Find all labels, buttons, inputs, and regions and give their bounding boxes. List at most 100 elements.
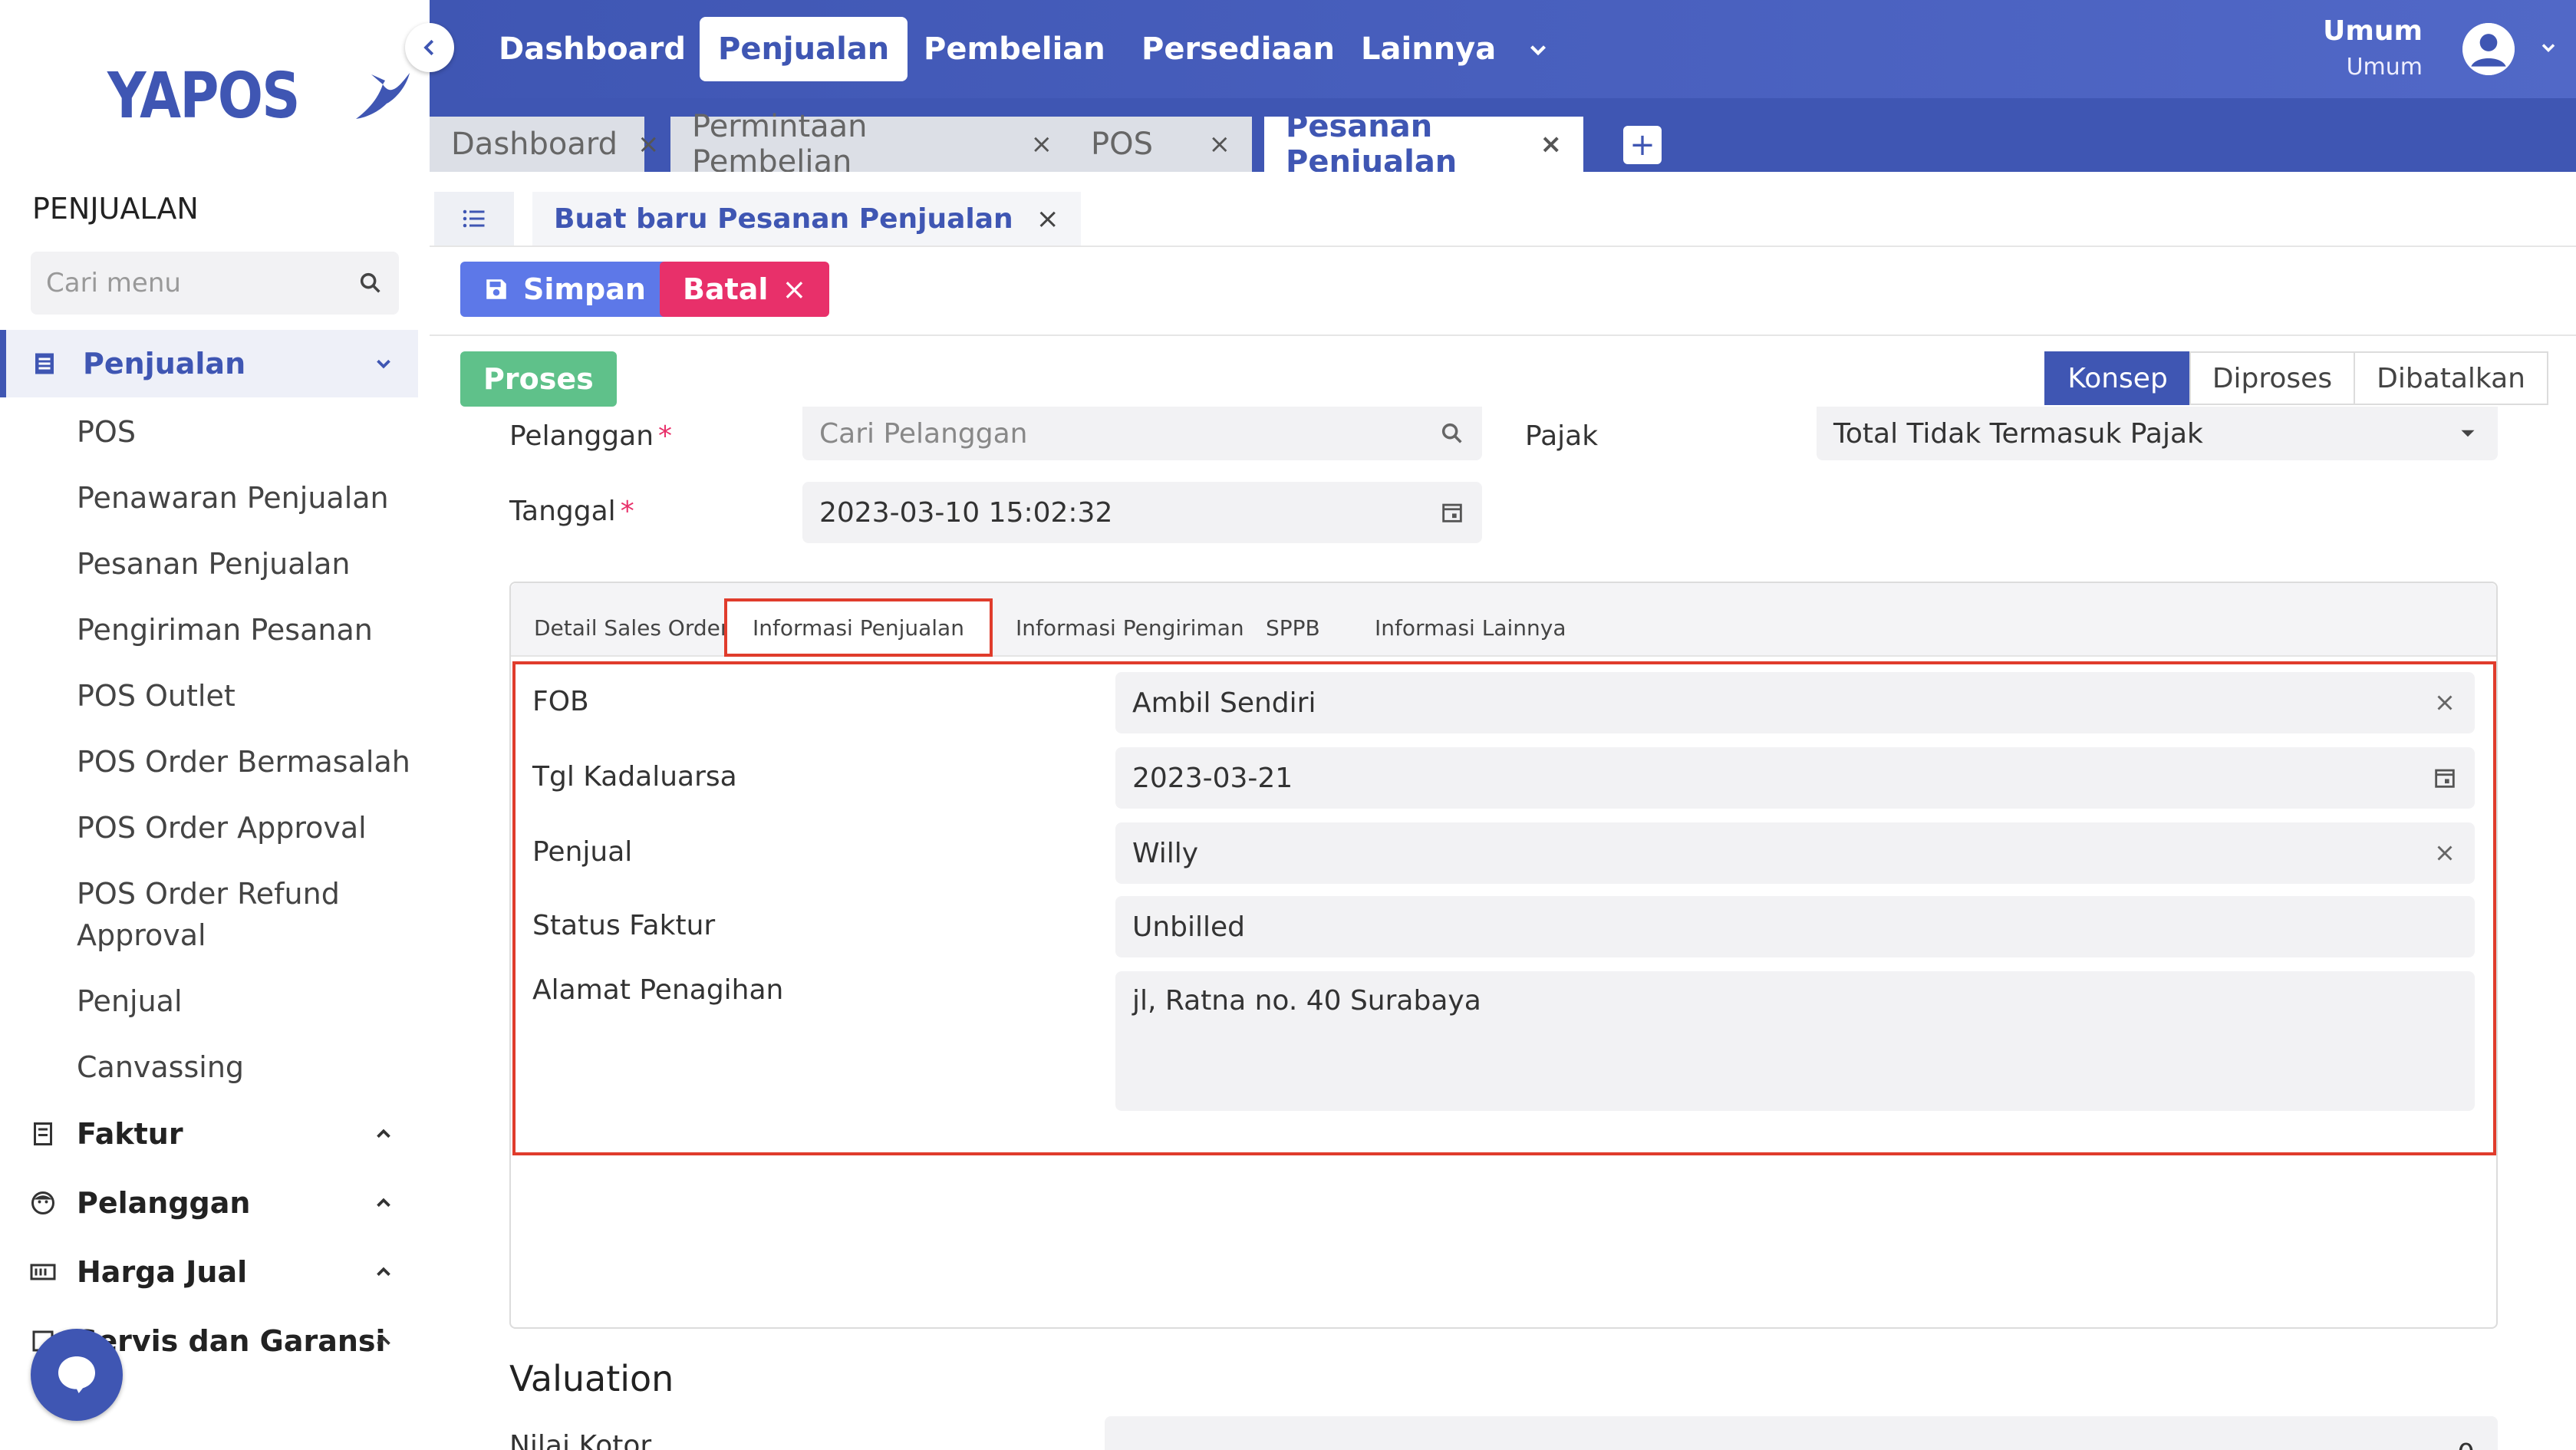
tab-informasi-penjualan[interactable]: Informasi Penjualan [724,598,993,657]
chevron-up-icon [377,1198,390,1208]
clear-icon[interactable] [2432,840,2458,866]
sidebar-item-faktur[interactable]: Faktur [0,1103,418,1165]
pajak-label: Pajak [1525,420,1599,452]
tgl-kadaluarsa-label: Tgl Kadaluarsa [532,761,737,793]
close-icon[interactable]: × [1540,129,1563,160]
alamat-textarea[interactable]: jl, Ratna no. 40 Surabaya [1115,971,2475,1111]
tab-label: Pesanan Penjualan [1286,109,1458,180]
document-tab[interactable]: Buat baru Pesanan Penjualan × [532,192,1081,246]
status-faktur-value: Unbilled [1132,911,1246,943]
sidebar-subitem-pos-refund[interactable]: POS Order Refund Approval [77,873,399,956]
pelanggan-label: Pelanggan * [509,420,673,452]
close-icon[interactable]: × [1036,203,1059,235]
window-tab-permintaan[interactable]: Permintaan Pembelian × [670,109,1074,180]
menu-search-input[interactable]: Cari menu [31,252,399,315]
status-step-diproses[interactable]: Diproses [2189,351,2356,405]
sidebar-subitem-pos-approval[interactable]: POS Order Approval [77,807,367,849]
sidebar-subitem-penawaran[interactable]: Penawaran Penjualan [77,477,389,519]
more-chevron-down-icon[interactable] [1525,37,1551,63]
window-tab-dashboard[interactable]: Dashboard × [430,117,660,172]
tanggal-input[interactable]: 2023-03-10 15:02:32 [802,482,1482,543]
clear-icon[interactable] [2432,690,2458,716]
nav-penjualan[interactable]: Penjualan [700,17,908,81]
logo: YAPOS [107,60,440,133]
user-avatar[interactable] [2462,23,2515,75]
add-tab-button[interactable]: + [1623,126,1662,164]
user-menu-chevron-icon[interactable] [2538,37,2559,58]
process-label: Proses [483,362,594,396]
search-icon [360,272,380,293]
penjual-select[interactable]: Willy [1115,822,2475,884]
chevron-up-icon [377,1267,390,1277]
tab-informasi-lainnya[interactable]: Informasi Lainnya [1352,598,1589,657]
tab-label: Dashboard [451,127,618,162]
sidebar-subitem-pos-bermasalah[interactable]: POS Order Bermasalah [77,741,410,783]
window-tab-pesanan[interactable]: Pesanan Penjualan × [1264,109,1583,180]
chat-button[interactable] [31,1329,123,1421]
sidebar-item-harga-jual[interactable]: Harga Jual [0,1241,418,1303]
sidebar-subitem-pesanan[interactable]: Pesanan Penjualan [77,543,350,585]
list-view-button[interactable] [434,192,514,246]
bird-logo-icon [355,73,410,119]
tab-label: POS [1091,127,1153,162]
calendar-icon [1442,503,1462,522]
menu-search-placeholder: Cari menu [46,268,181,298]
chevron-up-icon [377,1336,390,1346]
window-tab-pos[interactable]: POS × [1069,117,1252,172]
valuation-title: Valuation [509,1358,674,1399]
close-icon[interactable]: × [1031,129,1053,160]
collapse-sidebar-button[interactable] [405,23,454,72]
window-tab-bar: Dashboard × Permintaan Pembelian × POS × Pe… [430,98,2576,180]
nav-pembelian[interactable]: Pembelian [905,17,1124,81]
nav-persediaan[interactable]: Persediaan [1123,17,1353,81]
tab-label: Permintaan Pembelian [692,109,868,180]
document-tab-label: Buat baru Pesanan Penjualan [554,203,1013,235]
tanggal-label: Tanggal * [509,496,634,527]
price-tag-icon [30,1264,56,1280]
nilai-kotor-label: Nilai Kotor [509,1430,652,1450]
close-icon[interactable]: × [1209,129,1231,160]
user-name: Umum [2323,15,2423,47]
sidebar-item-penjualan[interactable]: Penjualan [0,330,418,397]
tanggal-value: 2023-03-10 15:02:32 [819,496,1113,529]
status-step-konsep[interactable]: Konsep [2044,351,2191,405]
fob-select[interactable]: Ambil Sendiri [1115,672,2475,733]
fob-value: Ambil Sendiri [1132,687,1316,719]
sidebar-item-pelanggan[interactable]: Pelanggan [0,1172,418,1234]
tab-sppb[interactable]: SPPB [1243,598,1343,657]
tab-strip: Detail Sales Order Informasi Penjualan I… [511,583,2496,657]
nav-dashboard[interactable]: Dashboard [480,17,704,81]
tab-informasi-pengiriman[interactable]: Informasi Pengiriman [993,598,1267,657]
nav-lainnya[interactable]: Lainnya [1342,17,1514,81]
sidebar-subitem-pos[interactable]: POS [77,411,136,453]
pelanggan-search-input[interactable]: Cari Pelanggan [802,407,1482,460]
main-content: Buat baru Pesanan Penjualan × Simpan Bata… [430,172,2576,1450]
chevron-down-icon [377,359,390,369]
sidebar-subitem-penjual[interactable]: Penjual [77,980,183,1022]
fob-label: FOB [532,686,589,717]
pajak-value: Total Tidak Termasuk Pajak [1833,417,2203,450]
save-button[interactable]: Simpan [460,262,669,317]
cancel-button[interactable]: Batal × [660,262,830,317]
sidebar-subitem-pengiriman[interactable]: Pengiriman Pesanan [77,609,373,651]
close-icon: × [782,272,807,306]
penjual-value: Willy [1132,837,1199,869]
sidebar-subitem-pos-outlet[interactable]: POS Outlet [77,675,236,717]
tgl-kadaluarsa-input[interactable]: 2023-03-21 [1115,747,2475,809]
sidebar-item-label: Faktur [77,1117,183,1151]
alamat-label: Alamat Penagihan [532,974,784,1006]
process-button[interactable]: Proses [460,351,617,407]
list-icon [463,209,485,228]
status-step-dibatalkan[interactable]: Dibatalkan [2354,351,2548,405]
sidebar-item-label: Pelanggan [77,1186,251,1220]
pelanggan-placeholder: Cari Pelanggan [819,417,1028,450]
pajak-select[interactable]: Total Tidak Termasuk Pajak [1817,407,2498,460]
close-icon[interactable]: × [637,129,660,160]
sidebar-subitem-canvassing[interactable]: Canvassing [77,1046,244,1088]
user-role: Umum [2346,54,2423,81]
top-navbar: Dashboard Penjualan Pembelian Persediaan… [430,0,2576,98]
status-faktur-label: Status Faktur [532,910,716,941]
face-icon [31,1191,54,1214]
tab-detail-sales-order[interactable]: Detail Sales Order [511,598,752,657]
status-stepper: Konsep Diproses Dibatalkan [2044,351,2548,405]
